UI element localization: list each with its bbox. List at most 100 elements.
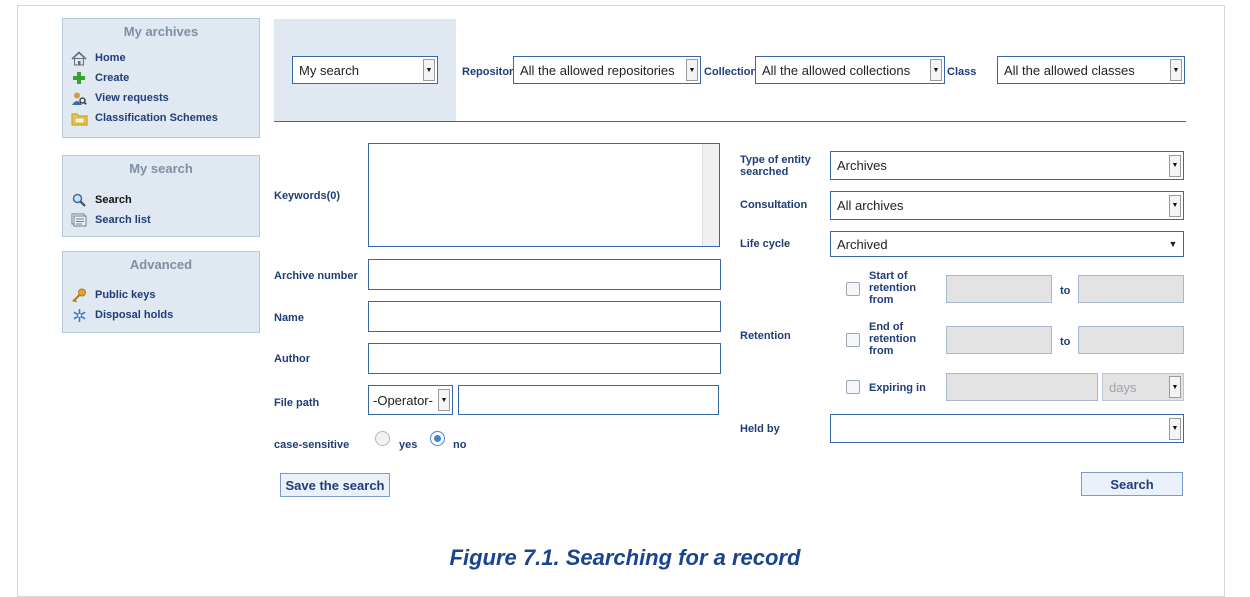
repository-value: All the allowed repositories: [520, 62, 675, 78]
saved-search-value: My search: [299, 62, 359, 78]
figure-caption: Figure 7.1. Searching for a record: [449, 545, 801, 570]
case-no-radio[interactable]: [430, 431, 445, 446]
sidebar-item-label: View requests: [95, 92, 169, 104]
entity-type-label: Type of entity searched: [740, 154, 811, 178]
collection-select[interactable]: All the allowed collections ▼: [755, 56, 945, 84]
end-retention-from-field[interactable]: [946, 326, 1052, 354]
expiring-label: Expiring in: [869, 382, 926, 394]
case-yes-radio[interactable]: [375, 431, 390, 446]
file-path-operator-value: -Operator-: [373, 392, 433, 408]
my-search-panel: My search Search Search list: [62, 155, 260, 237]
author-field[interactable]: [368, 343, 721, 374]
sidebar-item-public-keys[interactable]: Public keys: [70, 285, 259, 305]
repository-label: Repository: [462, 66, 513, 78]
retention-label: Retention: [740, 330, 791, 342]
name-field[interactable]: [368, 301, 721, 332]
start-retention-to-field[interactable]: [1078, 275, 1184, 303]
start-retention-checkbox[interactable]: [846, 282, 860, 296]
expiring-unit-select[interactable]: days ▼: [1102, 373, 1184, 401]
sidebar-item-label: Public keys: [95, 289, 156, 301]
case-yes-label: yes: [399, 439, 418, 451]
collection-label: Collection: [704, 66, 755, 78]
my-archives-panel: My archives Home Create View requests Cl…: [62, 18, 260, 138]
sidebar-item-search-list[interactable]: Search list: [70, 210, 259, 230]
start-retention-to-label: to: [1060, 285, 1071, 297]
keywords-scrollbar[interactable]: [702, 144, 719, 246]
end-retention-to-field[interactable]: [1078, 326, 1184, 354]
end-retention-checkbox[interactable]: [846, 333, 860, 347]
file-path-label: File path: [274, 397, 320, 409]
author-label: Author: [274, 353, 311, 365]
chevron-down-icon: ▼: [1169, 417, 1181, 440]
chevron-down-icon: ▼: [686, 59, 698, 81]
sidebar-item-search[interactable]: Search: [70, 190, 259, 210]
end-retention-to-label: to: [1060, 336, 1071, 348]
saved-search-select[interactable]: My search ▼: [292, 56, 438, 84]
class-label: Class: [947, 66, 977, 78]
life-cycle-select[interactable]: Archived ▼: [830, 231, 1184, 257]
list-icon: [70, 212, 88, 228]
life-cycle-value: Archived: [837, 236, 888, 252]
archive-number-label: Archive number: [274, 270, 358, 282]
class-select[interactable]: All the allowed classes ▼: [997, 56, 1185, 84]
chevron-down-icon: ▼: [423, 59, 435, 81]
plus-icon: [70, 70, 88, 86]
key-icon: [70, 287, 88, 303]
advanced-title: Advanced: [129, 257, 193, 272]
end-retention-label: End of retention from: [869, 321, 917, 357]
snowflake-icon: [70, 307, 88, 323]
file-path-operator-select[interactable]: -Operator- ▼: [368, 385, 453, 415]
chevron-down-icon: ▼: [1169, 376, 1181, 398]
life-cycle-label: Life cycle: [740, 238, 791, 250]
expiring-days-field[interactable]: [946, 373, 1098, 401]
chevron-down-icon: ▼: [1169, 154, 1181, 177]
sidebar-item-label: Disposal holds: [95, 309, 174, 321]
consultation-select[interactable]: All archives ▼: [830, 191, 1184, 220]
user-search-icon: [70, 90, 88, 106]
sidebar-item-label: Search: [95, 194, 132, 206]
chevron-down-icon: ▼: [1168, 239, 1178, 249]
sidebar-item-label: Home: [95, 52, 126, 64]
file-path-field[interactable]: [458, 385, 719, 415]
case-no-label: no: [453, 439, 467, 451]
chevron-down-icon: ▼: [438, 389, 450, 411]
chevron-down-icon: ▼: [1169, 194, 1181, 217]
advanced-panel: Advanced Public keys Disposal holds: [62, 251, 260, 333]
sidebar-item-label: Create: [95, 72, 130, 84]
start-retention-label: Start of retention from: [869, 270, 917, 306]
expiring-unit-value: days: [1109, 379, 1137, 395]
folder-icon: [70, 110, 88, 126]
archive-number-field[interactable]: [368, 259, 721, 290]
name-label: Name: [274, 312, 304, 324]
repository-select[interactable]: All the allowed repositories ▼: [513, 56, 701, 84]
sidebar-item-home[interactable]: Home: [70, 48, 259, 68]
start-retention-from-field[interactable]: [946, 275, 1052, 303]
held-by-label: Held by: [740, 423, 780, 435]
entity-type-value: Archives: [837, 158, 887, 173]
class-value: All the allowed classes: [1004, 62, 1135, 78]
my-archives-title: My archives: [123, 24, 199, 39]
chevron-down-icon: ▼: [1170, 59, 1182, 81]
collection-value: All the allowed collections: [762, 62, 911, 78]
sidebar-item-view-requests[interactable]: View requests: [70, 88, 259, 108]
toolbar-divider: [274, 121, 1186, 122]
magnifier-icon: [70, 192, 88, 208]
consultation-label: Consultation: [740, 199, 808, 211]
expiring-checkbox[interactable]: [846, 380, 860, 394]
save-search-button[interactable]: Save the search: [280, 473, 390, 497]
home-icon: [70, 50, 88, 66]
my-search-title: My search: [129, 161, 193, 176]
case-sensitive-label: case-sensitive: [274, 439, 350, 451]
keywords-textarea[interactable]: [368, 143, 720, 247]
sidebar-item-disposal-holds[interactable]: Disposal holds: [70, 305, 259, 325]
held-by-select[interactable]: ▼: [830, 414, 1184, 443]
sidebar-item-label: Classification Schemes: [95, 112, 218, 124]
search-button[interactable]: Search: [1081, 472, 1183, 496]
chevron-down-icon: ▼: [930, 59, 942, 81]
sidebar-item-label: Search list: [95, 214, 151, 226]
sidebar-item-create[interactable]: Create: [70, 68, 259, 88]
entity-type-select[interactable]: Archives ▼: [830, 151, 1184, 180]
consultation-value: All archives: [837, 198, 904, 213]
sidebar-item-classification-schemes[interactable]: Classification Schemes: [70, 108, 259, 128]
keywords-label: Keywords(0): [274, 190, 341, 202]
